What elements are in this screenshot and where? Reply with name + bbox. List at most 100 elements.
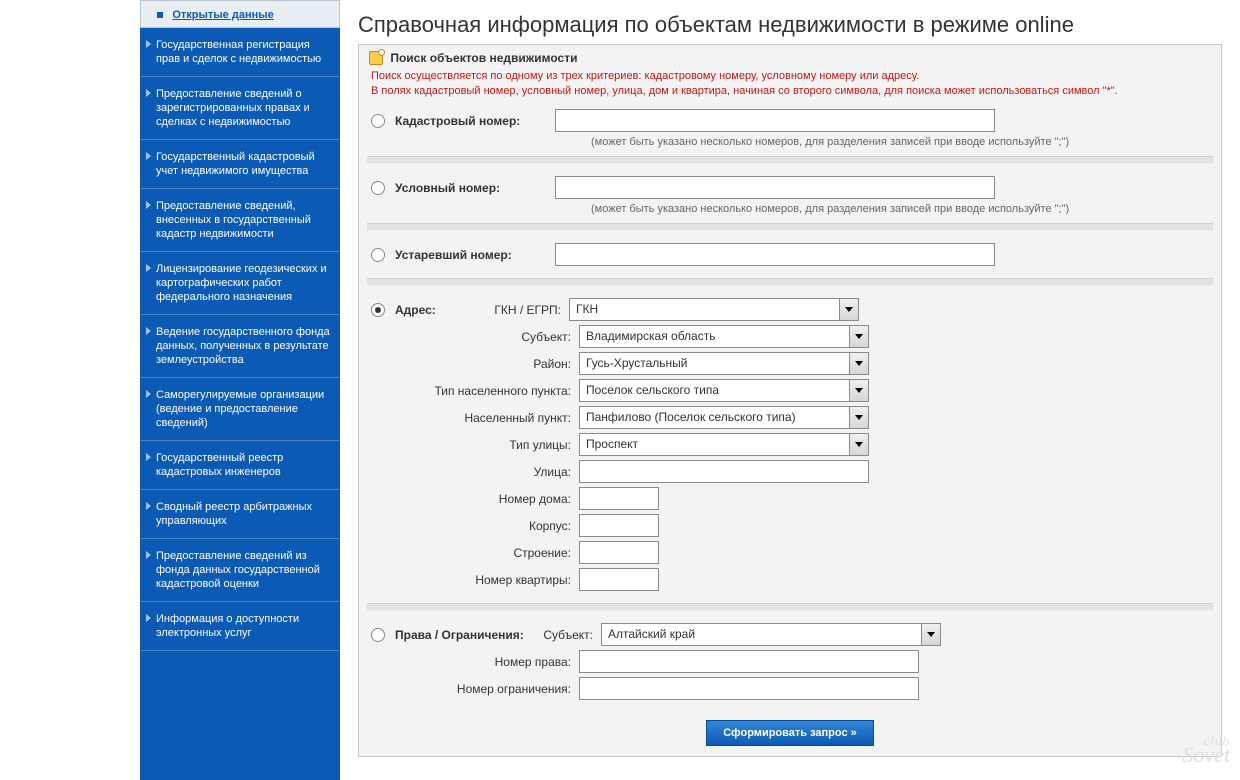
- divider: [367, 156, 1213, 164]
- apt-input[interactable]: [579, 568, 659, 591]
- sidebar-active-item[interactable]: Открытые данные: [140, 0, 340, 28]
- chevron-right-icon: [146, 390, 151, 398]
- sidebar-item-label: Ведение государственного фонда данных, п…: [156, 325, 330, 367]
- chevron-down-icon[interactable]: [849, 406, 869, 429]
- settlement-value: Панфилово (Поселок сельского типа): [579, 406, 849, 429]
- sidebar-item[interactable]: Сводный реестр арбитражных управляющих: [140, 490, 340, 539]
- conditional-hint: (может быть указано несколько номеров, д…: [371, 203, 1209, 215]
- sidebar-item[interactable]: Предоставление сведений, внесенных в гос…: [140, 189, 340, 252]
- sidebar-item[interactable]: Саморегулируемые организации (ведение и …: [140, 378, 340, 441]
- address-label: Адрес:: [395, 303, 441, 317]
- source-label: ГКН / ЕГРП:: [441, 303, 569, 317]
- street-type-select[interactable]: Проспект: [579, 433, 869, 456]
- subject-select[interactable]: Владимирская область: [579, 325, 869, 348]
- sidebar-item-label: Саморегулируемые организации (ведение и …: [156, 388, 330, 430]
- chevron-down-icon[interactable]: [839, 298, 859, 321]
- panel-header-text: Поиск объектов недвижимости: [390, 51, 577, 65]
- obsolete-input[interactable]: [555, 243, 995, 266]
- sidebar-item-label: Сводный реестр арбитражных управляющих: [156, 500, 330, 528]
- sidebar-item[interactable]: Государственная регистрация прав и сдело…: [140, 28, 340, 77]
- submit-button[interactable]: Сформировать запрос »: [706, 720, 874, 746]
- sidebar-item[interactable]: Информация о доступности электронных усл…: [140, 602, 340, 651]
- obsolete-label: Устаревший номер:: [395, 248, 555, 262]
- divider: [367, 223, 1213, 231]
- sidebar-item-label: Лицензирование геодезических и картограф…: [156, 262, 330, 304]
- district-label: Район:: [399, 357, 579, 371]
- sidebar: Открытые данные Государственная регистра…: [140, 0, 340, 780]
- rights-number-input[interactable]: [579, 650, 919, 673]
- street-input[interactable]: [579, 460, 869, 483]
- chevron-down-icon[interactable]: [849, 325, 869, 348]
- settlement-type-value: Поселок сельского типа: [579, 379, 849, 402]
- cadastral-label: Кадастровый номер:: [395, 114, 555, 128]
- street-label: Улица:: [399, 465, 579, 479]
- settlement-label: Населенный пункт:: [399, 411, 579, 425]
- rights-subject-select[interactable]: Алтайский край: [601, 623, 941, 646]
- chevron-down-icon[interactable]: [849, 433, 869, 456]
- chevron-right-icon: [146, 502, 151, 510]
- divider: [367, 603, 1213, 611]
- search-form: Поиск объектов недвижимости Поиск осущес…: [358, 44, 1222, 757]
- radio-address[interactable]: [371, 303, 385, 317]
- rights-limit-label: Номер ограничения:: [399, 682, 579, 696]
- settlement-type-select[interactable]: Поселок сельского типа: [579, 379, 869, 402]
- sidebar-item[interactable]: Государственный кадастровый учет недвижи…: [140, 140, 340, 189]
- sidebar-item-label: Предоставление сведений, внесенных в гос…: [156, 199, 330, 241]
- subject-value: Владимирская область: [579, 325, 849, 348]
- chevron-right-icon: [146, 614, 151, 622]
- sidebar-item[interactable]: Лицензирование геодезических и картограф…: [140, 252, 340, 315]
- sidebar-item[interactable]: Предоставление сведений из фонда данных …: [140, 539, 340, 602]
- street-type-value: Проспект: [579, 433, 849, 456]
- apt-label: Номер квартиры:: [399, 573, 579, 587]
- chevron-down-icon[interactable]: [921, 623, 941, 646]
- warning-line-1: Поиск осуществляется по одному из трех к…: [359, 69, 1221, 84]
- building-label: Строение:: [399, 546, 579, 560]
- chevron-down-icon[interactable]: [849, 352, 869, 375]
- sidebar-active-link[interactable]: Открытые данные: [172, 9, 273, 21]
- radio-obsolete[interactable]: [371, 248, 385, 262]
- sidebar-item[interactable]: Ведение государственного фонда данных, п…: [140, 315, 340, 378]
- search-panel-icon: [369, 51, 383, 65]
- district-value: Гусь-Хрустальный: [579, 352, 849, 375]
- chevron-right-icon: [146, 152, 151, 160]
- settlement-type-label: Тип населенного пункта:: [399, 384, 579, 398]
- divider: [367, 278, 1213, 286]
- chevron-right-icon: [146, 264, 151, 272]
- korpus-label: Корпус:: [399, 519, 579, 533]
- square-bullet-icon: [157, 12, 163, 18]
- street-type-label: Тип улицы:: [399, 438, 579, 452]
- chevron-right-icon: [146, 453, 151, 461]
- chevron-right-icon: [146, 551, 151, 559]
- panel-header: Поиск объектов недвижимости: [359, 51, 1221, 69]
- rights-limit-input[interactable]: [579, 677, 919, 700]
- radio-conditional[interactable]: [371, 181, 385, 195]
- sidebar-item[interactable]: Предоставление сведений о зарегистрирова…: [140, 77, 340, 140]
- chevron-down-icon[interactable]: [849, 379, 869, 402]
- main-content: Справочная информация по объектам недвиж…: [340, 0, 1240, 780]
- settlement-select[interactable]: Панфилово (Поселок сельского типа): [579, 406, 869, 429]
- rights-subject-label: Субъект:: [535, 628, 601, 642]
- radio-cadastral[interactable]: [371, 114, 385, 128]
- chevron-right-icon: [146, 89, 151, 97]
- conditional-label: Условный номер:: [395, 181, 555, 195]
- rights-subject-value: Алтайский край: [601, 623, 921, 646]
- house-input[interactable]: [579, 487, 659, 510]
- warning-line-2: В полях кадастровый номер, условный номе…: [359, 84, 1221, 99]
- cadastral-input[interactable]: [555, 109, 995, 132]
- cadastral-hint: (может быть указано несколько номеров, д…: [371, 136, 1209, 148]
- sidebar-item-label: Предоставление сведений из фонда данных …: [156, 549, 330, 591]
- district-select[interactable]: Гусь-Хрустальный: [579, 352, 869, 375]
- conditional-input[interactable]: [555, 176, 995, 199]
- source-value: ГКН: [569, 298, 839, 321]
- sidebar-item[interactable]: Государственный реестр кадастровых инжен…: [140, 441, 340, 490]
- radio-rights[interactable]: [371, 628, 385, 642]
- page-title: Справочная информация по объектам недвиж…: [358, 12, 1222, 38]
- house-label: Номер дома:: [399, 492, 579, 506]
- korpus-input[interactable]: [579, 514, 659, 537]
- sidebar-item-label: Информация о доступности электронных усл…: [156, 612, 330, 640]
- building-input[interactable]: [579, 541, 659, 564]
- source-select[interactable]: ГКН: [569, 298, 859, 321]
- chevron-right-icon: [146, 327, 151, 335]
- subject-label: Субъект:: [399, 330, 579, 344]
- sidebar-item-label: Предоставление сведений о зарегистрирова…: [156, 87, 330, 129]
